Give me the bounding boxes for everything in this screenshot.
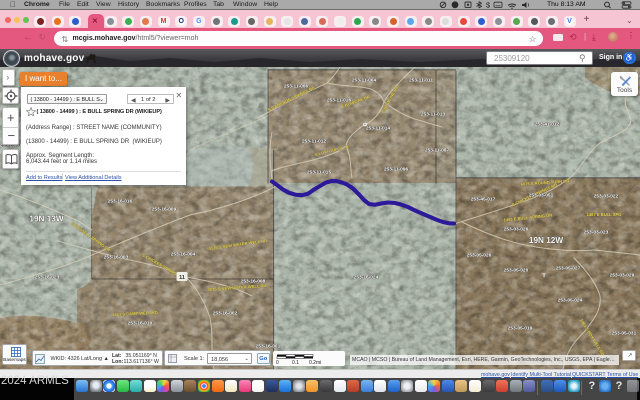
svg-text:0: 0	[276, 360, 279, 366]
svg-text:253-03-022: 253-03-022	[594, 194, 619, 200]
svg-text:253-11-016: 253-11-016	[327, 98, 352, 104]
svg-text:253-16-016: 253-16-016	[108, 199, 133, 205]
svg-text:253-16-001: 253-16-001	[256, 344, 281, 350]
svg-text:253-11-006: 253-11-006	[284, 84, 309, 90]
svg-text:253-05-024: 253-05-024	[558, 298, 583, 304]
svg-text:253-16-009: 253-16-009	[152, 207, 177, 213]
svg-text:253-05-019: 253-05-019	[508, 326, 533, 332]
svg-text:253-16-024: 253-16-024	[354, 275, 379, 281]
svg-text:253-03-029: 253-03-029	[610, 273, 635, 279]
svg-text:253-03-026: 253-03-026	[504, 227, 529, 233]
svg-text:253-16-004: 253-16-004	[171, 252, 196, 258]
svg-text:0.1: 0.1	[292, 360, 299, 366]
svg-text:253-11-096: 253-11-096	[384, 167, 409, 173]
svg-text:253-11-011: 253-11-011	[409, 78, 433, 84]
svg-text:253-03-051: 253-03-051	[529, 193, 554, 199]
svg-text:19N 12W: 19N 12W	[529, 236, 563, 245]
svg-text:$: $	[486, 1, 491, 10]
svg-text:253-11-012: 253-11-012	[302, 139, 327, 145]
svg-text:253-41-012: 253-41-012	[535, 122, 560, 128]
svg-text:253-45-017: 253-45-017	[471, 197, 496, 203]
svg-text:11: 11	[179, 275, 185, 281]
svg-text:0.2mi: 0.2mi	[309, 360, 321, 366]
svg-text:19N 13W: 19N 13W	[29, 215, 63, 224]
svg-text:253-11-013: 253-11-013	[421, 112, 446, 118]
svg-text:253-05-026: 253-05-026	[467, 253, 492, 259]
svg-text:253-05-027: 253-05-027	[556, 266, 581, 272]
svg-text:253-11-087: 253-11-087	[425, 148, 450, 154]
svg-text:253-16-023: 253-16-023	[35, 275, 60, 281]
svg-text:253-03-023: 253-03-023	[584, 230, 609, 236]
svg-text:253-16-008: 253-16-008	[241, 279, 266, 285]
svg-text:253-16-003: 253-16-003	[104, 255, 129, 261]
svg-text:1467 E BULL SPG: 1467 E BULL SPG	[587, 212, 622, 217]
svg-text:253-11-015: 253-11-015	[307, 170, 332, 176]
svg-text:253-16-010: 253-16-010	[128, 321, 153, 327]
svg-text:253-05-020: 253-05-020	[504, 268, 529, 274]
svg-text:253-05-031: 253-05-031	[612, 331, 637, 337]
svg-text:253-11-004: 253-11-004	[352, 78, 377, 84]
svg-text:253-16-002: 253-16-002	[213, 311, 238, 317]
svg-text:253-11-014: 253-11-014	[366, 126, 391, 132]
